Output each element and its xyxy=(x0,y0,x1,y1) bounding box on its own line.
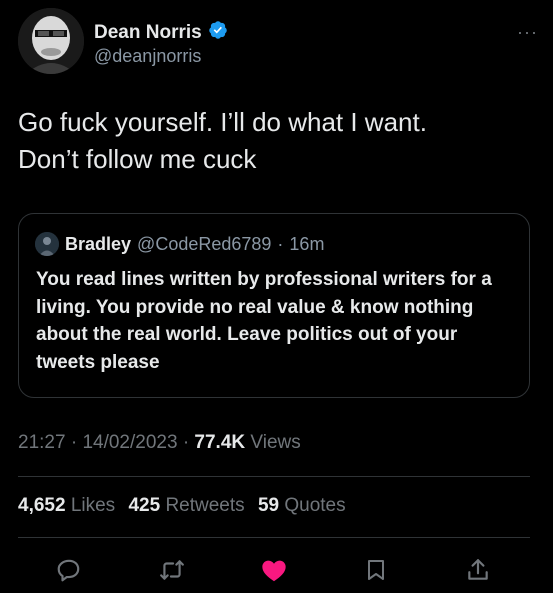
share-icon[interactable] xyxy=(463,555,493,585)
likes-stat[interactable]: 4,652 Likes xyxy=(18,495,115,516)
meta-separator: · xyxy=(182,432,190,453)
tweet-text-line: Go fuck yourself. I’ll do what I want. xyxy=(18,107,427,137)
quoted-tweet-text: You read lines written by professional w… xyxy=(36,269,492,373)
views-label: Views xyxy=(250,432,301,453)
quoted-author-handle: @CodeRed6789 xyxy=(137,233,272,254)
quoted-time: 16m xyxy=(289,233,325,254)
engagement-stats: 4,652 Likes 425 Retweets 59 Quotes xyxy=(18,495,346,517)
retweet-icon[interactable] xyxy=(157,555,187,585)
retweets-count: 425 xyxy=(128,495,161,516)
likes-label: Likes xyxy=(70,495,116,516)
author-handle[interactable]: @deanjnorris xyxy=(94,46,201,67)
quotes-stat[interactable]: 59 Quotes xyxy=(258,495,346,516)
author-avatar[interactable] xyxy=(18,8,84,74)
tweet-header: Dean Norris @deanjnorris ··· xyxy=(18,8,538,78)
bookmark-icon[interactable] xyxy=(361,555,391,585)
quoted-author-name: Bradley xyxy=(65,233,132,254)
more-options-icon[interactable]: ··· xyxy=(517,22,538,43)
author-display-name[interactable]: Dean Norris xyxy=(94,22,202,44)
likes-count: 4,652 xyxy=(18,495,66,516)
divider xyxy=(18,476,530,477)
quoted-tweet[interactable]: Bradley @CodeRed6789 · 16m You read line… xyxy=(18,213,530,398)
tweet-time[interactable]: 21:27 xyxy=(18,432,66,453)
verified-badge-icon xyxy=(208,20,228,45)
retweets-stat[interactable]: 425 Retweets xyxy=(128,495,244,516)
like-icon[interactable] xyxy=(259,555,289,585)
quotes-count: 59 xyxy=(257,495,280,516)
tweet-text-line: Don’t follow me cuck xyxy=(18,144,257,174)
meta-separator: · xyxy=(70,432,78,453)
quoted-author-avatar xyxy=(35,232,59,256)
author-name-row: Dean Norris xyxy=(94,20,228,45)
quoted-tweet-header: Bradley @CodeRed6789 · 16m xyxy=(35,232,324,256)
divider xyxy=(18,537,530,538)
reply-icon[interactable] xyxy=(54,555,84,585)
tweet-date[interactable]: 14/02/2023 xyxy=(82,432,177,453)
tweet-text: Go fuck yourself. I’ll do what I want. D… xyxy=(18,104,538,178)
retweets-label: Retweets xyxy=(165,495,245,516)
action-bar xyxy=(0,555,553,585)
views-count: 77.4K xyxy=(194,432,246,453)
tweet-meta: 21:27 · 14/02/2023 · 77.4K Views xyxy=(18,432,301,454)
quoted-separator: · xyxy=(277,233,284,254)
quotes-label: Quotes xyxy=(284,495,346,516)
